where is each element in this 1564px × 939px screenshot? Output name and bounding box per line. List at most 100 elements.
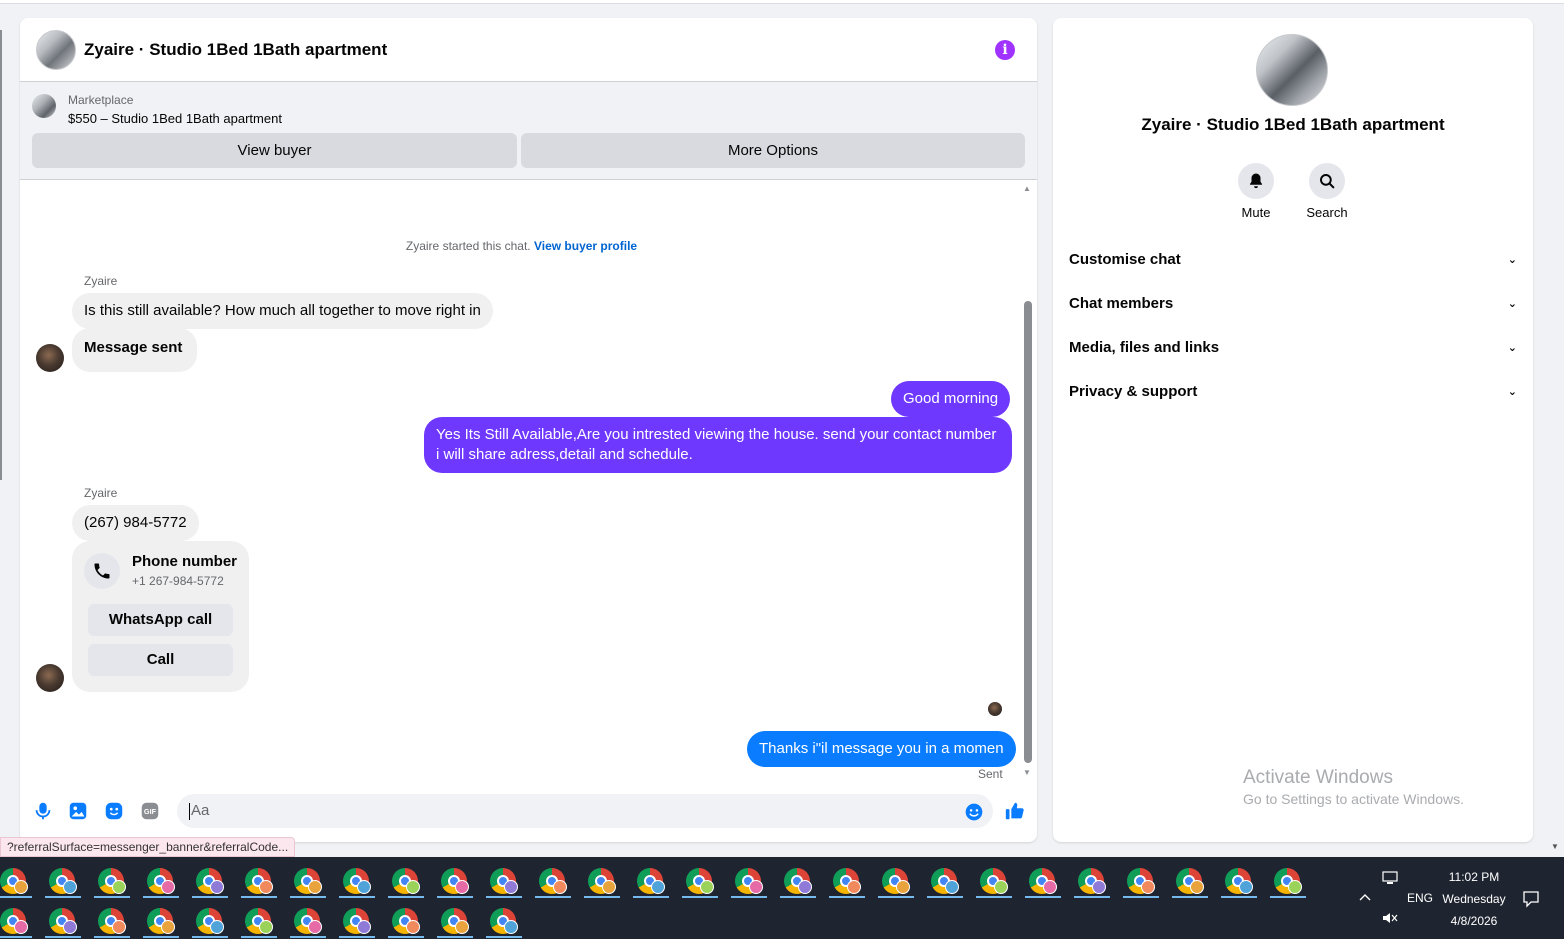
status-bar-url: ?referralSurface=messenger_banner&referr… — [0, 837, 296, 857]
chrome-profile-taskbar-button[interactable] — [94, 862, 130, 898]
chrome-profile-taskbar-button[interactable] — [486, 862, 522, 898]
chrome-profile-taskbar-button[interactable] — [486, 902, 522, 938]
chrome-profile-taskbar-button[interactable] — [290, 902, 326, 938]
chrome-profile-taskbar-button[interactable] — [976, 862, 1012, 898]
scroll-down-arrow[interactable]: ▼ — [1023, 768, 1031, 777]
chat-title[interactable]: Zyaire · Studio 1Bed 1Bath apartment — [84, 40, 387, 60]
chrome-profile-taskbar-button[interactable] — [780, 862, 816, 898]
message-bubble-outgoing[interactable]: Good morning — [891, 381, 1011, 417]
menu-chat-members[interactable]: Chat members ⌄ — [1069, 295, 1517, 325]
image-icon[interactable] — [67, 800, 89, 822]
active-indicator — [0, 936, 32, 938]
chrome-profile-taskbar-button[interactable] — [388, 902, 424, 938]
sender-name: Zyaire — [84, 274, 118, 288]
emoji-icon[interactable] — [964, 802, 984, 822]
active-indicator — [1172, 896, 1208, 898]
chrome-profile-taskbar-button[interactable] — [535, 862, 571, 898]
scroll-up-arrow[interactable]: ▲ — [1023, 184, 1031, 193]
chrome-profile-taskbar-button[interactable] — [388, 862, 424, 898]
chrome-profile-taskbar-button[interactable] — [878, 862, 914, 898]
chrome-profile-taskbar-button[interactable] — [241, 902, 277, 938]
active-indicator — [1123, 896, 1159, 898]
network-icon[interactable] — [1382, 871, 1398, 885]
text-caret — [189, 802, 190, 820]
like-icon[interactable] — [1004, 800, 1026, 822]
call-button[interactable]: Call — [88, 644, 233, 676]
chrome-profile-taskbar-button[interactable] — [437, 862, 473, 898]
message-bubble-incoming[interactable]: Message sent — [72, 328, 198, 372]
gif-icon[interactable]: GIF — [139, 800, 161, 822]
chrome-profile-taskbar-button[interactable] — [290, 862, 326, 898]
profile-badge-icon — [455, 880, 469, 894]
info-icon[interactable]: i — [995, 40, 1015, 60]
chrome-profile-taskbar-button[interactable] — [339, 862, 375, 898]
chrome-profile-taskbar-button[interactable] — [1172, 862, 1208, 898]
clock-display[interactable]: 11:02 PM Wednesday 4/8/2026 — [1438, 866, 1510, 932]
search-button[interactable]: Search — [1292, 163, 1362, 220]
chrome-profile-taskbar-button[interactable] — [0, 862, 32, 898]
view-buyer-button[interactable]: View buyer — [32, 133, 517, 168]
active-indicator — [878, 896, 914, 898]
chrome-profile-taskbar-button[interactable] — [339, 902, 375, 938]
active-indicator — [486, 936, 522, 938]
message-bubble-outgoing[interactable]: Yes Its Still Available,Are you intreste… — [424, 417, 1012, 473]
chevron-up-icon[interactable] — [1359, 893, 1371, 901]
chrome-profile-taskbar-button[interactable] — [829, 862, 865, 898]
menu-customise-chat[interactable]: Customise chat ⌄ — [1069, 251, 1517, 281]
message-bubble-incoming[interactable]: Is this still available? How much all to… — [72, 293, 493, 329]
sender-avatar[interactable] — [36, 664, 64, 692]
chrome-profile-taskbar-button[interactable] — [45, 902, 81, 938]
chrome-profile-taskbar-button[interactable] — [0, 902, 32, 938]
menu-media-files-links[interactable]: Media, files and links ⌄ — [1069, 339, 1517, 369]
menu-privacy-support[interactable]: Privacy & support ⌄ — [1069, 383, 1517, 413]
chrome-profile-taskbar-button[interactable] — [192, 902, 228, 938]
active-indicator — [94, 896, 130, 898]
mute-button[interactable]: Mute — [1221, 163, 1291, 220]
microphone-icon[interactable] — [32, 800, 54, 822]
sender-avatar[interactable] — [36, 344, 64, 372]
language-indicator[interactable]: ENG — [1407, 891, 1433, 905]
profile-badge-icon — [112, 920, 126, 934]
chrome-profile-taskbar-button[interactable] — [584, 862, 620, 898]
view-buyer-profile-link[interactable]: View buyer profile — [534, 239, 637, 253]
window-edge — [0, 30, 2, 480]
phone-number-card: Phone number +1 267-984-5772 WhatsApp ca… — [72, 541, 249, 692]
phone-card-number: +1 267-984-5772 — [132, 574, 224, 588]
chrome-profile-taskbar-button[interactable] — [1270, 862, 1306, 898]
chrome-profile-taskbar-button[interactable] — [143, 862, 179, 898]
chrome-profile-taskbar-button[interactable] — [1025, 862, 1061, 898]
chrome-profile-taskbar-button[interactable] — [1123, 862, 1159, 898]
chrome-profile-taskbar-button[interactable] — [927, 862, 963, 898]
message-input[interactable]: Aa — [177, 794, 993, 828]
notifications-icon[interactable] — [1522, 890, 1540, 908]
chrome-profile-taskbar-button[interactable] — [45, 862, 81, 898]
active-indicator — [339, 896, 375, 898]
chrome-profile-taskbar-button[interactable] — [1074, 862, 1110, 898]
profile-badge-icon — [896, 880, 910, 894]
chrome-profile-taskbar-button[interactable] — [731, 862, 767, 898]
phone-card-title: Phone number — [132, 553, 238, 570]
whatsapp-call-button[interactable]: WhatsApp call — [88, 604, 233, 636]
scrollbar-thumb[interactable] — [1024, 301, 1032, 763]
more-options-button[interactable]: More Options — [521, 133, 1025, 168]
chrome-profile-taskbar-button[interactable] — [633, 862, 669, 898]
side-avatar[interactable] — [1256, 34, 1328, 106]
chrome-profile-taskbar-button[interactable] — [437, 902, 473, 938]
listing-title[interactable]: $550 – Studio 1Bed 1Bath apartment — [68, 111, 282, 126]
profile-badge-icon — [210, 920, 224, 934]
chrome-profile-taskbar-button[interactable] — [682, 862, 718, 898]
chrome-profile-taskbar-button[interactable] — [94, 902, 130, 938]
chrome-profile-taskbar-button[interactable] — [192, 862, 228, 898]
volume-muted-icon[interactable] — [1382, 911, 1398, 925]
chat-avatar[interactable] — [36, 30, 76, 70]
chat-started-notice: Zyaire started this chat. View buyer pro… — [20, 239, 1023, 253]
chrome-profile-taskbar-button[interactable] — [143, 902, 179, 938]
message-bubble-incoming[interactable]: (267) 984-5772 — [72, 505, 199, 541]
sticker-icon[interactable] — [103, 800, 125, 822]
page-scroll-down-arrow[interactable]: ▼ — [1551, 842, 1559, 851]
chrome-profile-taskbar-button[interactable] — [1221, 862, 1257, 898]
active-indicator — [143, 936, 179, 938]
chrome-profile-taskbar-button[interactable] — [241, 862, 277, 898]
message-bubble-outgoing[interactable]: Thanks i"il message you in a momen — [747, 731, 1016, 767]
message-input-placeholder: Aa — [191, 802, 210, 819]
